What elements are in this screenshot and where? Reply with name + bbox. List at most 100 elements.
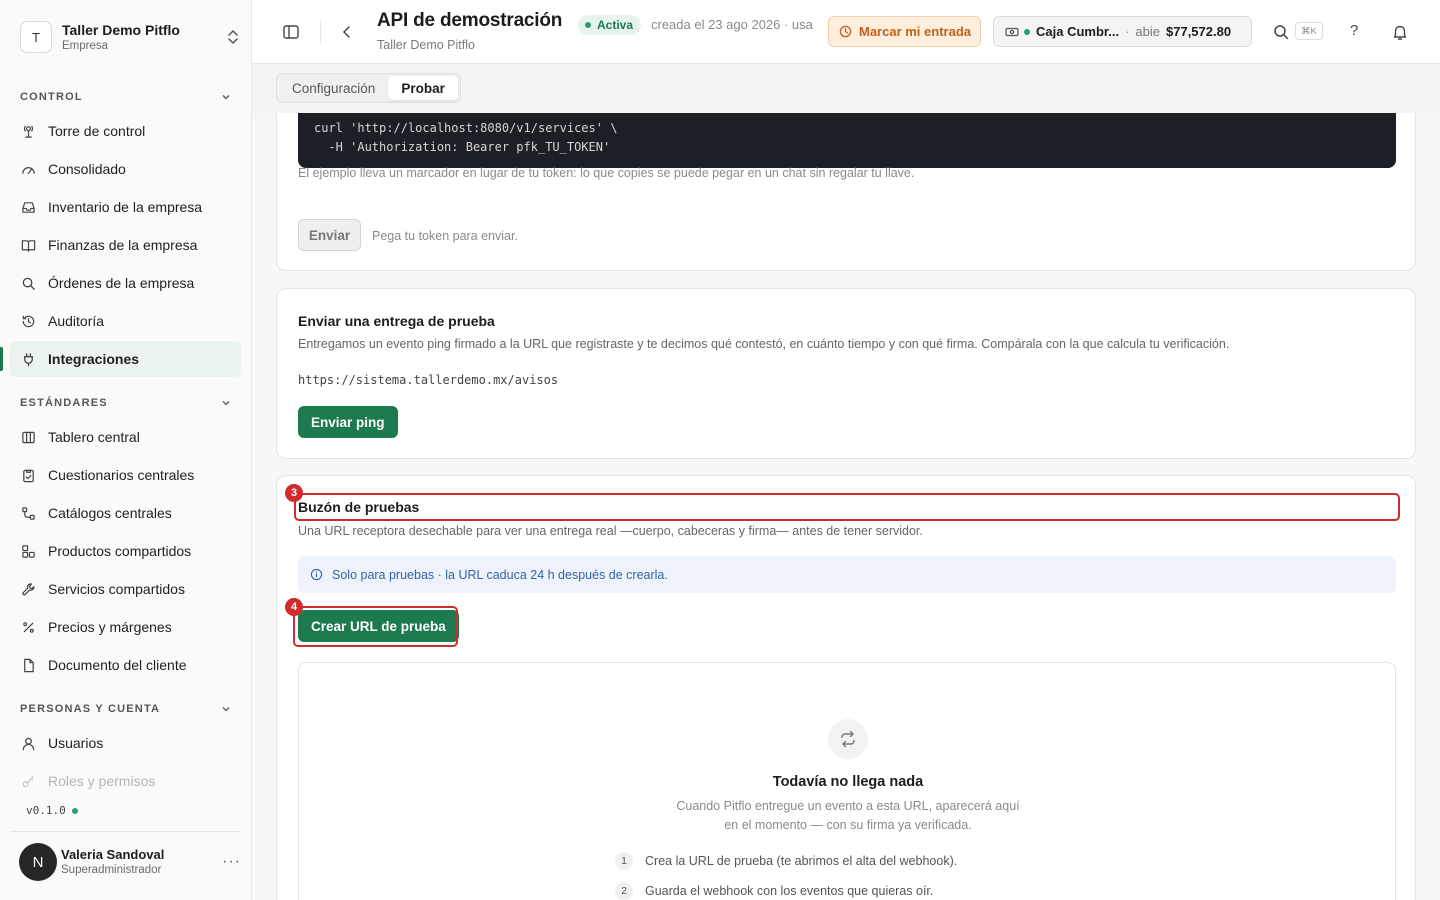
user-name: Valeria Sandoval [61,846,165,862]
gauge-icon [22,166,35,174]
tower-icon [23,125,34,138]
section-estandares-title: ESTÁNDARES [20,397,108,409]
code-line-1: curl 'http://localhost:8080/v1/services'… [314,121,618,135]
sidebar-item-label: Usuarios [48,735,104,751]
section-personas[interactable]: PERSONAS Y CUENTA [20,703,232,715]
bell-icon[interactable] [1391,23,1409,46]
sidebar-item-label: Documento del cliente [48,657,187,673]
empty-description: Cuando Pitflo entregue un evento a esta … [676,799,1020,832]
annotation-box-button [293,606,458,647]
send-hint: Pega tu token para enviar. [372,229,518,243]
chevron-down-icon [222,401,230,406]
book-open-icon [21,239,36,252]
chevrons-up-down-icon [228,30,238,44]
step-number: 1 [615,852,633,870]
chevron-down-icon [222,707,230,712]
sidebar-toggle-icon[interactable] [282,23,300,46]
page-title: API de demostración [377,10,563,31]
sidebar-item-torre-de-control[interactable]: Torre de control [10,113,241,149]
ping-title: Enviar una entrega de prueba [298,313,495,329]
sidebar-item-label: Catálogos centrales [48,505,172,521]
shortcut-hint: ⌘K [1295,22,1323,40]
info-banner: Solo para pruebas · la URL caduca 24 h d… [298,556,1396,593]
sidebar-item-label: Órdenes de la empresa [48,275,195,291]
sidebar: T Taller Demo Pitflo Empresa CONTROL Tor… [0,0,252,900]
history-icon [22,315,35,327]
section-personas-title: PERSONAS Y CUENTA [20,703,161,715]
boxes-icon [22,544,35,558]
header-divider [320,20,321,44]
cash-status-dot [1024,28,1030,35]
sidebar-item-integraciones[interactable]: Integraciones [10,341,241,377]
send-ping-button[interactable]: Enviar ping [298,406,398,438]
send-button[interactable]: Enviar [298,219,361,251]
status-dot [585,22,591,28]
code-example: curl 'http://localhost:8080/v1/services'… [298,113,1396,168]
sidebar-item-label: Consolidado [48,161,126,177]
section-control[interactable]: CONTROL [20,91,232,103]
sidebar-item-label: Inventario de la empresa [48,199,203,215]
request-card: curl 'http://localhost:8080/v1/services'… [276,113,1416,271]
page-subtitle: Taller Demo Pitflo [377,38,475,52]
sidebar-item-label: Productos compartidos [48,543,192,559]
sidebar-item-label: Precios y márgenes [48,619,172,635]
sidebar-item-consolidado[interactable]: Consolidado [10,151,241,187]
sidebar-item-documento[interactable]: Documento del cliente [10,647,241,683]
cash-register-button[interactable]: Caja Cumbr... · abie $77,572.80 [993,16,1252,47]
sidebar-item-label: Finanzas de la empresa [48,237,198,253]
inbox-card: Buzón de pruebas Una URL receptora desec… [276,475,1416,900]
clipboard-check-icon [23,469,34,482]
clock-in-button[interactable]: Marcar mi entrada [828,16,981,47]
sidebar-item-label: Torre de control [48,123,146,139]
sidebar-item-cuestionarios[interactable]: Cuestionarios centrales [10,457,241,493]
tab-configuracion[interactable]: Configuración [279,76,388,100]
user-menu[interactable]: N Valeria Sandoval Superadministrador ··… [19,842,241,882]
org-type: Empresa [62,39,109,52]
sidebar-item-auditoria[interactable]: Auditoría [10,303,241,339]
org-text: Taller Demo Pitflo Empresa [62,22,226,53]
step-text: Crea la URL de prueba (te abrimos el alt… [645,854,958,868]
list-item: 2 Guarda el webhook con los eventos que … [615,882,933,900]
annotation-number-3: 3 [285,484,303,502]
search-icon[interactable] [1272,23,1290,46]
sidebar-item-catalogos[interactable]: Catálogos centrales [10,495,241,531]
sidebar-item-label: Integraciones [48,351,140,367]
sidebar-item-label: Servicios compartidos [48,581,185,597]
sidebar-item-finanzas[interactable]: Finanzas de la empresa [10,227,241,263]
plug-icon [24,352,33,366]
sidebar-item-tablero-central[interactable]: Tablero central [10,419,241,455]
list-item: 1 Crea la URL de prueba (te abrimos el a… [615,852,957,870]
step-number: 2 [615,882,633,900]
sidebar-item-label: Cuestionarios centrales [48,467,195,483]
org-switcher[interactable]: T Taller Demo Pitflo Empresa [20,20,240,54]
sidebar-item-usuarios[interactable]: Usuarios [10,725,241,761]
org-name: Taller Demo Pitflo [62,21,180,38]
back-chevron-icon[interactable] [338,23,356,46]
active-indicator [0,347,3,371]
cash-status: abie [1135,24,1160,39]
app-version: v0.1.0 [26,804,78,817]
org-avatar: T [20,21,52,53]
percent-icon [23,621,34,633]
cash-icon [1005,27,1019,36]
cash-separator: · [1125,24,1130,39]
sidebar-item-productos[interactable]: Productos compartidos [10,533,241,569]
key-icon [22,775,34,787]
sidebar-item-precios[interactable]: Precios y márgenes [10,609,241,645]
ping-card: Enviar una entrega de prueba Entregamos … [276,288,1416,459]
columns-icon [22,431,35,443]
sidebar-item-servicios[interactable]: Servicios compartidos [10,571,241,607]
clock-in-label: Marcar mi entrada [859,24,971,39]
tabs-bar: Configuración Probar [252,64,1440,113]
help-icon[interactable]: ? [1350,22,1358,39]
sidebar-item-roles[interactable]: Roles y permisos [10,763,241,799]
annotation-box-title [294,493,1400,521]
empty-title: Todavía no llega nada [772,774,924,790]
sidebar-item-inventario[interactable]: Inventario de la empresa [10,189,241,225]
sidebar-item-ordenes[interactable]: Órdenes de la empresa [10,265,241,301]
section-estandares[interactable]: ESTÁNDARES [20,397,232,409]
more-options-icon[interactable]: ··· [222,853,241,871]
avatar: N [19,843,57,881]
webhook-url: https://sistema.tallerdemo.mx/avisos [298,373,559,387]
tab-probar[interactable]: Probar [388,76,458,100]
